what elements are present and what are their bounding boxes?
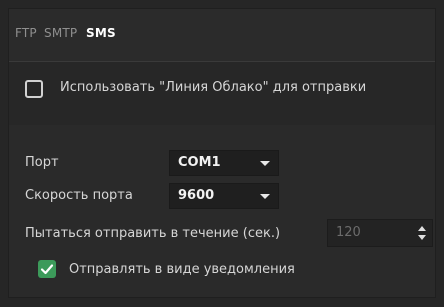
tab-sms[interactable]: SMS <box>86 26 116 40</box>
settings-window: FTP SMTP SMS Использовать "Линия Облако"… <box>8 8 436 298</box>
checkmark-icon <box>40 264 54 275</box>
notify-checkbox[interactable] <box>38 260 56 278</box>
port-speed-label: Скорость порта <box>25 188 133 203</box>
port-speed-select-value: 9600 <box>178 188 215 203</box>
port-select-value: COM1 <box>178 155 221 170</box>
chevron-down-icon <box>260 194 270 199</box>
retry-spinbox[interactable]: 120 <box>327 219 433 247</box>
notify-label: Отправлять в виде уведомления <box>69 262 295 277</box>
use-cloud-checkbox[interactable] <box>25 80 43 98</box>
sms-settings-panel: Использовать "Линия Облако" для отправки… <box>9 62 435 297</box>
port-select[interactable]: COM1 <box>169 150 279 176</box>
tab-bar: FTP SMTP SMS <box>9 9 435 62</box>
cloud-row: Использовать "Линия Облако" для отправки <box>9 62 435 125</box>
retry-spinbox-value: 120 <box>336 225 361 240</box>
tab-ftp[interactable]: FTP <box>15 26 37 40</box>
tab-smtp[interactable]: SMTP <box>44 26 77 40</box>
chevron-down-icon <box>260 161 270 166</box>
port-label: Порт <box>25 155 59 170</box>
spin-down-icon[interactable] <box>418 235 426 240</box>
use-cloud-label: Использовать "Линия Облако" для отправки <box>60 80 367 95</box>
retry-label: Пытаться отправить в течение (сек.) <box>25 226 281 241</box>
spin-up-icon[interactable] <box>418 226 426 231</box>
port-speed-select[interactable]: 9600 <box>169 183 279 209</box>
